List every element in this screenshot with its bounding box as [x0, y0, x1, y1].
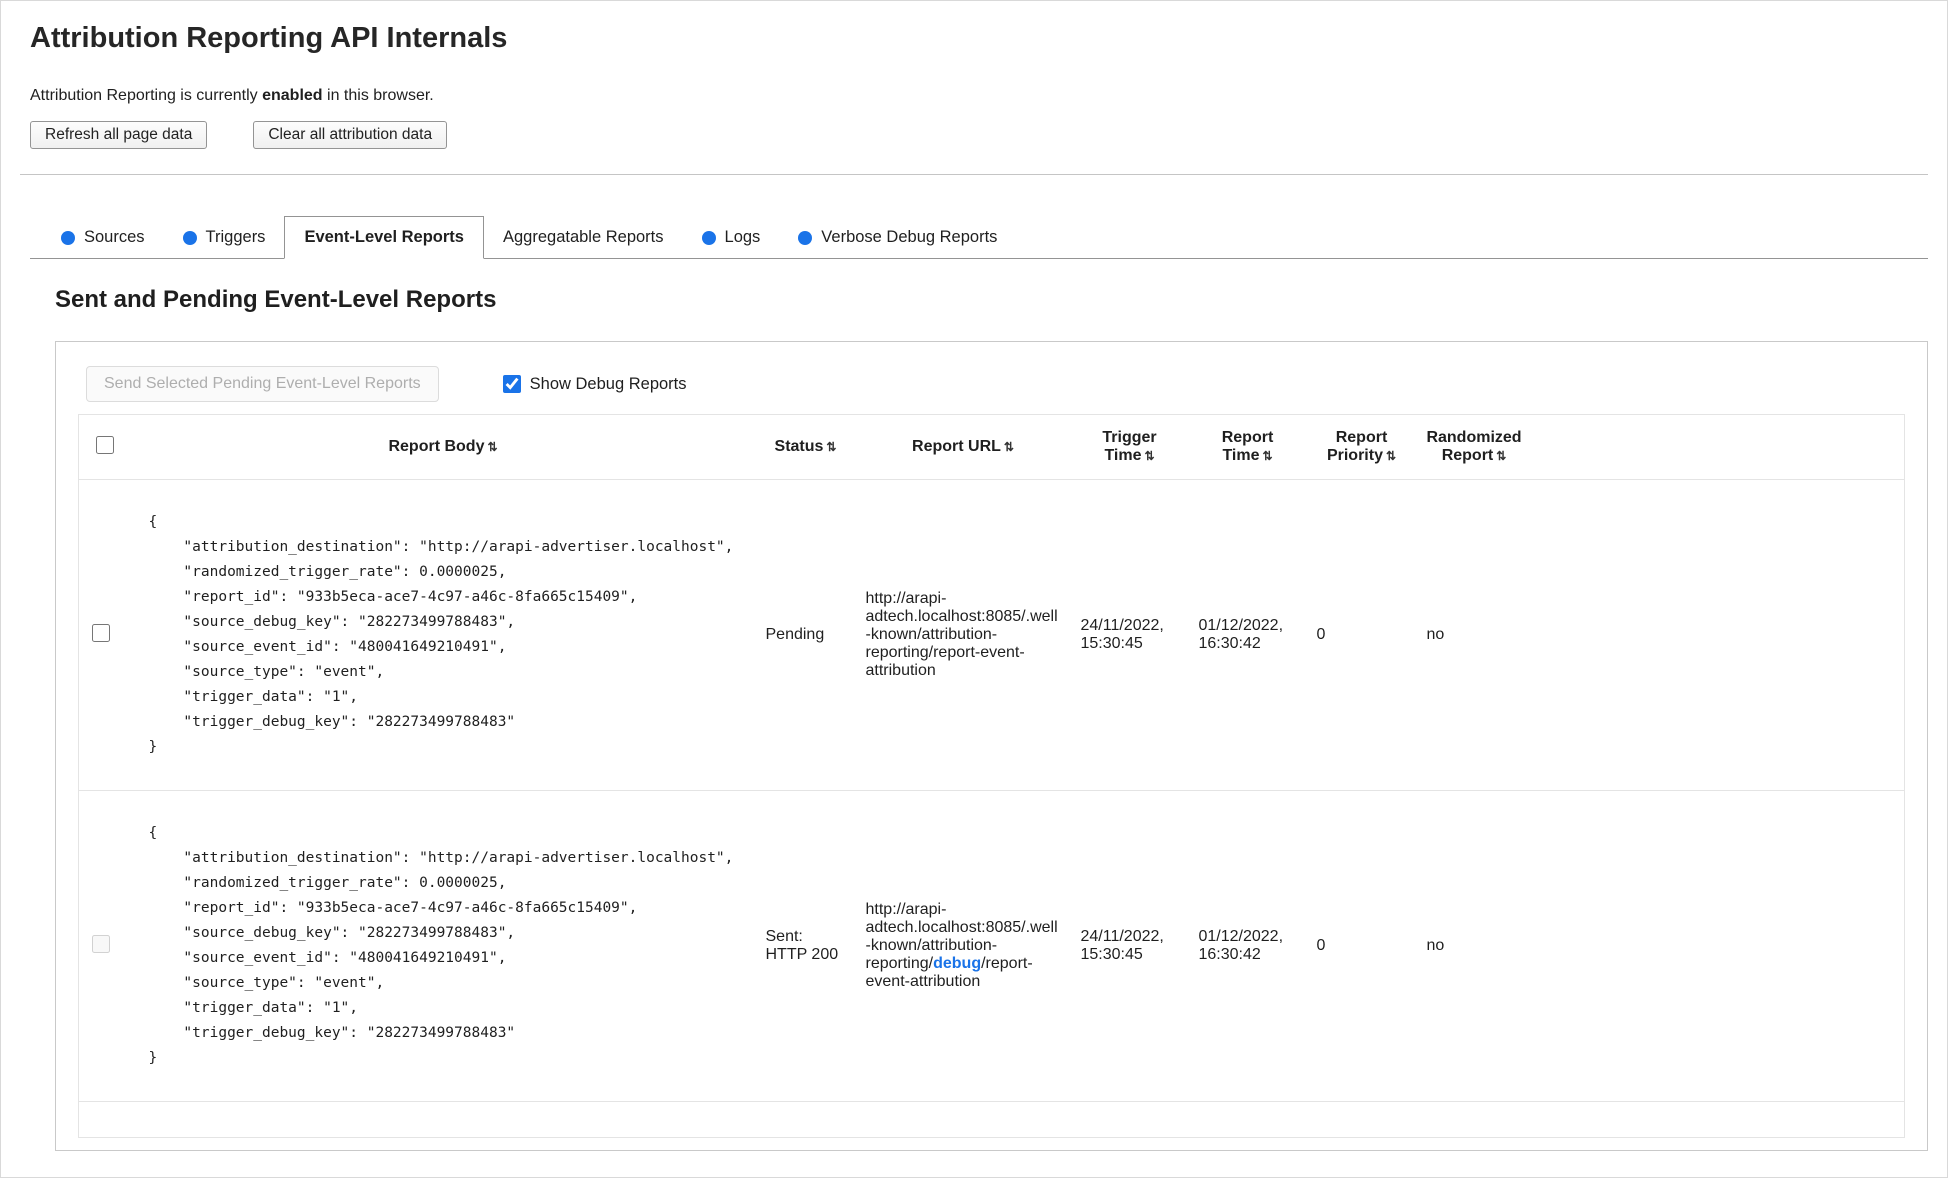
- report-body-cell: { "attribution_destination": "http://ara…: [131, 480, 756, 791]
- sort-icon[interactable]: ⇅: [1263, 449, 1273, 463]
- report-priority-cell: 0: [1316, 626, 1326, 643]
- tab-sources[interactable]: Sources: [42, 217, 164, 258]
- sort-icon[interactable]: ⇅: [1496, 449, 1506, 463]
- report-body-json: { "attribution_destination": "http://ara…: [148, 514, 734, 755]
- report-url-cell: http://arapi-adtech.localhost:8085/.well…: [856, 480, 1071, 791]
- status-text-prefix: Attribution Reporting is currently: [30, 87, 263, 104]
- debug-highlight: debug: [933, 955, 982, 972]
- column-header-report-url[interactable]: Report URL ⇅: [856, 415, 1071, 480]
- sources-status-dot-icon: [61, 230, 75, 245]
- report-time-cell: 01/12/2022, 16:30:42: [1198, 617, 1284, 652]
- send-selected-reports-button[interactable]: Send Selected Pending Event-Level Report…: [86, 366, 439, 402]
- row-checkbox-disabled[interactable]: [92, 934, 110, 953]
- sort-icon[interactable]: ⇅: [487, 440, 497, 454]
- table-row: { "attribution_destination": "http://ara…: [78, 480, 1905, 791]
- tab-bar: Sources Triggers Event-Level Reports Agg…: [30, 216, 1928, 259]
- column-header-report-body[interactable]: Report Body ⇅: [131, 415, 756, 480]
- logs-status-dot-icon: [701, 230, 716, 245]
- status-cell: Sent: HTTP 200: [765, 928, 839, 963]
- divider: [20, 174, 1928, 175]
- select-all-header-cell: [79, 415, 131, 480]
- panel-toolbar: Send Selected Pending Event-Level Report…: [56, 366, 1927, 402]
- show-debug-toggle[interactable]: Show Debug Reports: [502, 374, 687, 394]
- tab-label: Logs: [724, 228, 761, 246]
- sort-icon[interactable]: ⇅: [1386, 449, 1396, 463]
- table-header-row: Report Body ⇅ Status ⇅ Report URL ⇅ Trigger…: [78, 415, 1905, 480]
- tab-label: Triggers: [205, 228, 266, 246]
- row-select-cell: [79, 480, 131, 791]
- tab-logs[interactable]: Logs: [683, 217, 780, 258]
- tab-event-level-reports[interactable]: Event-Level Reports: [284, 216, 484, 259]
- refresh-all-button[interactable]: Refresh all page data: [30, 121, 208, 149]
- table-footer-row: [79, 1102, 1905, 1138]
- status-text: Attribution Reporting is currently enabl…: [30, 87, 1928, 105]
- status-text-suffix: in this browser.: [322, 87, 434, 104]
- table-footer: [79, 1102, 1905, 1138]
- report-url-text: http://arapi-adtech.localhost:8085/.well…: [865, 590, 1058, 679]
- table-row: { "attribution_destination": "http://ara…: [78, 791, 1905, 1102]
- sort-icon[interactable]: ⇅: [1145, 449, 1155, 463]
- reports-table: Report Body ⇅ Status ⇅ Report URL ⇅ Trigger…: [78, 414, 1905, 1138]
- tab-label: Sources: [84, 228, 145, 246]
- tab-label: Verbose Debug Reports: [821, 228, 998, 246]
- report-priority-cell: 0: [1316, 937, 1326, 954]
- tab-aggregatable-reports[interactable]: Aggregatable Reports: [484, 217, 683, 258]
- report-body-json: { "attribution_destination": "http://ara…: [148, 825, 734, 1066]
- clear-all-button[interactable]: Clear all attribution data: [253, 121, 448, 149]
- select-all-checkbox[interactable]: [95, 435, 114, 454]
- column-header-report-priority[interactable]: Report Priority ⇅: [1307, 415, 1417, 480]
- show-debug-checkbox[interactable]: [502, 375, 521, 393]
- tab-verbose-debug-reports[interactable]: Verbose Debug Reports: [779, 217, 1016, 258]
- section-heading: Sent and Pending Event-Level Reports: [55, 286, 497, 313]
- randomized-report-cell: no: [1426, 937, 1445, 954]
- tab-label: Aggregatable Reports: [502, 228, 664, 246]
- column-header-randomized-report[interactable]: Randomized Report ⇅: [1417, 415, 1532, 480]
- show-debug-label: Show Debug Reports: [529, 374, 687, 393]
- status-enabled-text: enabled: [262, 87, 323, 104]
- report-body-cell: { "attribution_destination": "http://ara…: [131, 791, 756, 1102]
- trigger-time-cell: 24/11/2022, 15:30:45: [1080, 928, 1164, 963]
- reports-panel: Send Selected Pending Event-Level Report…: [55, 341, 1928, 1151]
- page-title: Attribution Reporting API Internals: [30, 22, 508, 54]
- column-header-report-time[interactable]: Report Time ⇅: [1189, 415, 1307, 480]
- top-toolbar: Refresh all page data Clear all attribut…: [30, 121, 1928, 149]
- report-url-cell: http://arapi-adtech.localhost:8085/.well…: [856, 791, 1071, 1102]
- report-time-cell: 01/12/2022, 16:30:42: [1198, 928, 1284, 963]
- column-header-trigger-time[interactable]: Trigger Time ⇅: [1071, 415, 1189, 480]
- status-cell: Pending: [765, 626, 825, 643]
- filler-cell: [1532, 791, 1905, 1102]
- triggers-status-dot-icon: [182, 230, 197, 245]
- event-level-reports-panel: Sent and Pending Event-Level Reports Sen…: [30, 259, 1928, 1151]
- trigger-time-cell: 24/11/2022, 15:30:45: [1080, 617, 1164, 652]
- randomized-report-cell: no: [1426, 626, 1445, 643]
- column-header-status[interactable]: Status ⇅: [756, 415, 856, 480]
- sort-icon[interactable]: ⇅: [826, 440, 836, 454]
- tab-triggers[interactable]: Triggers: [164, 217, 285, 258]
- verbose-debug-status-dot-icon: [798, 230, 813, 245]
- attribution-internals-page: Attribution Reporting API Internals Attr…: [0, 0, 1948, 1151]
- filler-cell: [1532, 480, 1905, 791]
- tab-label: Event-Level Reports: [304, 228, 464, 246]
- row-select-cell: [79, 791, 131, 1102]
- sort-icon[interactable]: ⇅: [1004, 440, 1014, 454]
- row-checkbox[interactable]: [92, 623, 110, 642]
- filler-header-cell: [1532, 415, 1905, 480]
